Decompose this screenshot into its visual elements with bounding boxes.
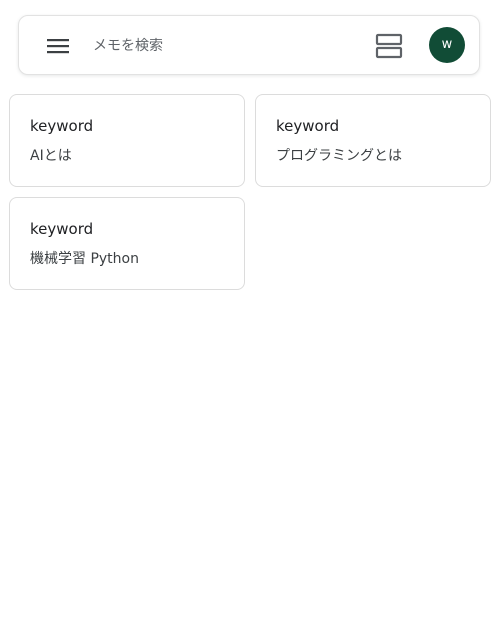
notes-grid: keyword AIとは keyword プログラミングとは keyword 機…: [9, 94, 491, 290]
menu-icon[interactable]: [46, 36, 70, 56]
note-card[interactable]: keyword AIとは: [9, 94, 245, 187]
search-input[interactable]: メモを検索: [93, 36, 163, 56]
note-title: keyword: [30, 117, 94, 135]
list-view-icon[interactable]: [375, 33, 403, 59]
note-title: keyword: [276, 117, 340, 135]
note-title: keyword: [30, 220, 94, 238]
avatar[interactable]: w: [429, 27, 465, 63]
note-card[interactable]: keyword 機械学習 Python: [9, 197, 245, 290]
note-body: AIとは: [30, 148, 72, 164]
note-body: 機械学習 Python: [30, 251, 139, 267]
search-bar[interactable]: メモを検索 w: [18, 15, 480, 75]
note-card[interactable]: keyword プログラミングとは: [255, 94, 491, 187]
notes-app: メモを検索 w keyword AIとは keyword プログラミングとは k…: [0, 0, 500, 638]
note-body: プログラミングとは: [276, 148, 402, 164]
